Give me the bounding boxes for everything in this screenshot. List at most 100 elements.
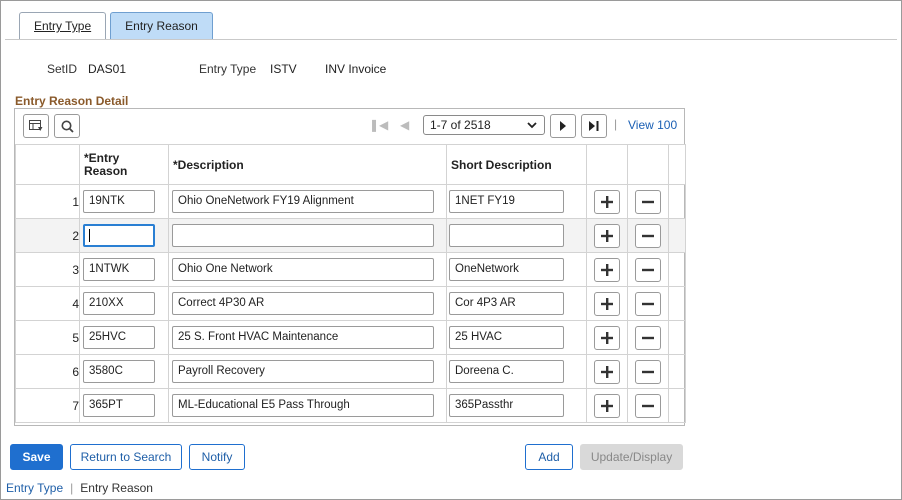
tab-entry-type[interactable]: Entry Type	[19, 12, 107, 40]
delete-row-button[interactable]	[635, 189, 661, 214]
minus-icon	[642, 234, 654, 237]
add-row-cell	[586, 218, 628, 253]
entry-reason-table: *Entry Reason *Description Short Descrip…	[15, 144, 686, 423]
minus-icon	[642, 336, 654, 339]
table-row: 2	[15, 218, 686, 253]
description-cell	[168, 218, 447, 253]
plus-icon	[601, 331, 613, 344]
entry-reason-input[interactable]: 365PT	[83, 394, 155, 417]
entry-reason-cell: 210XX	[79, 286, 169, 321]
add-button[interactable]: Add	[525, 444, 573, 470]
footer-separator: |	[70, 481, 74, 495]
entry-reason-input[interactable]: 3580C	[83, 360, 155, 383]
search-icon	[61, 120, 74, 133]
add-row-cell	[586, 252, 628, 287]
add-row-button[interactable]	[594, 223, 620, 248]
short-description-cell: OneNetwork	[446, 252, 587, 287]
description-cell: Ohio OneNetwork FY19 Alignment	[168, 184, 447, 219]
entry-reason-cell: 3580C	[79, 354, 169, 389]
delete-row-button[interactable]	[635, 393, 661, 418]
personalize-grid-button[interactable]	[23, 114, 49, 138]
delete-column-header	[627, 144, 669, 185]
last-page-button[interactable]	[581, 114, 607, 138]
scroll-gutter-cell	[668, 252, 686, 287]
table-row: 1 19NTK Ohio OneNetwork FY19 Alignment 1NET…	[15, 184, 686, 219]
short-description-input[interactable]: 365Passthr	[449, 394, 564, 417]
footer-link-entry-type[interactable]: Entry Type	[6, 481, 63, 495]
next-icon	[560, 121, 566, 131]
delete-row-button[interactable]	[635, 257, 661, 282]
delete-row-cell	[627, 320, 669, 355]
view-100-link[interactable]: View 100	[628, 118, 677, 132]
add-row-button[interactable]	[594, 291, 620, 316]
description-input[interactable]: Ohio OneNetwork FY19 Alignment	[172, 190, 434, 213]
row-number: 5	[15, 320, 80, 355]
entry-reason-input[interactable]: 210XX	[83, 292, 155, 315]
description-input[interactable]: ML-Educational E5 Pass Through	[172, 394, 434, 417]
chevron-down-icon	[527, 122, 537, 129]
description-input[interactable]	[172, 224, 434, 247]
short-description-input[interactable]: OneNetwork	[449, 258, 564, 281]
short-description-input[interactable]: 25 HVAC	[449, 326, 564, 349]
row-number: 2	[15, 218, 80, 253]
find-button[interactable]	[54, 114, 80, 138]
entry-reason-input[interactable]: 19NTK	[83, 190, 155, 213]
grid-settings-icon	[29, 120, 43, 131]
short-description-input[interactable]: Doreena C.	[449, 360, 564, 383]
row-number: 6	[15, 354, 80, 389]
add-row-button[interactable]	[594, 393, 620, 418]
delete-row-button[interactable]	[635, 223, 661, 248]
delete-row-cell	[627, 354, 669, 389]
short-description-input[interactable]	[449, 224, 564, 247]
add-row-button[interactable]	[594, 189, 620, 214]
entry-reason-input[interactable]	[83, 224, 155, 247]
toolbar-separator: |	[614, 117, 618, 131]
add-row-button[interactable]	[594, 325, 620, 350]
next-page-button[interactable]	[550, 114, 576, 138]
table-row: 6 3580C Payroll Recovery Doreena C.	[15, 354, 686, 389]
short-description-cell	[446, 218, 587, 253]
short-description-cell: 365Passthr	[446, 388, 587, 423]
minus-icon	[642, 268, 654, 271]
minus-icon	[642, 200, 654, 203]
delete-row-button[interactable]	[635, 325, 661, 350]
add-row-button[interactable]	[594, 359, 620, 384]
return-to-search-button[interactable]: Return to Search	[70, 444, 182, 470]
delete-row-cell	[627, 252, 669, 287]
tab-entry-reason[interactable]: Entry Reason	[110, 12, 213, 40]
scroll-gutter-cell	[668, 388, 686, 423]
tab-divider	[5, 39, 897, 40]
description-input[interactable]: Ohio One Network	[172, 258, 434, 281]
table-header-row: *Entry Reason *Description Short Descrip…	[15, 144, 686, 185]
entry-reason-header: *Entry Reason	[79, 144, 169, 185]
table-body: 1 19NTK Ohio OneNetwork FY19 Alignment 1NET…	[15, 184, 686, 423]
scroll-gutter-cell	[668, 286, 686, 321]
short-description-cell: 25 HVAC	[446, 320, 587, 355]
save-button[interactable]: Save	[10, 444, 63, 470]
description-input[interactable]: 25 S. Front HVAC Maintenance	[172, 326, 434, 349]
delete-row-cell	[627, 218, 669, 253]
table-row: 5 25HVC 25 S. Front HVAC Maintenance 25 HVA…	[15, 320, 686, 355]
short-description-cell: Doreena C.	[446, 354, 587, 389]
delete-row-cell	[627, 388, 669, 423]
scroll-gutter-cell	[668, 320, 686, 355]
entry-type-value: ISTV	[270, 62, 297, 76]
notify-button[interactable]: Notify	[189, 444, 245, 470]
delete-row-button[interactable]	[635, 359, 661, 384]
row-number: 7	[15, 388, 80, 423]
table-row: 7 365PT ML-Educational E5 Pass Through 365P…	[15, 388, 686, 423]
description-input[interactable]: Correct 4P30 AR	[172, 292, 434, 315]
entry-reason-input[interactable]: 25HVC	[83, 326, 155, 349]
entry-reason-input[interactable]: 1NTWK	[83, 258, 155, 281]
add-row-button[interactable]	[594, 257, 620, 282]
table-row: 4 210XX Correct 4P30 AR Cor 4P3 AR	[15, 286, 686, 321]
plus-icon	[601, 365, 613, 378]
description-input[interactable]: Payroll Recovery	[172, 360, 434, 383]
row-number: 4	[15, 286, 80, 321]
short-description-input[interactable]: 1NET FY19	[449, 190, 564, 213]
previous-page-icon: ◀	[400, 118, 410, 132]
plus-icon	[601, 399, 613, 412]
short-description-input[interactable]: Cor 4P3 AR	[449, 292, 564, 315]
row-range-select[interactable]: 1-7 of 2518	[423, 115, 545, 135]
delete-row-button[interactable]	[635, 291, 661, 316]
